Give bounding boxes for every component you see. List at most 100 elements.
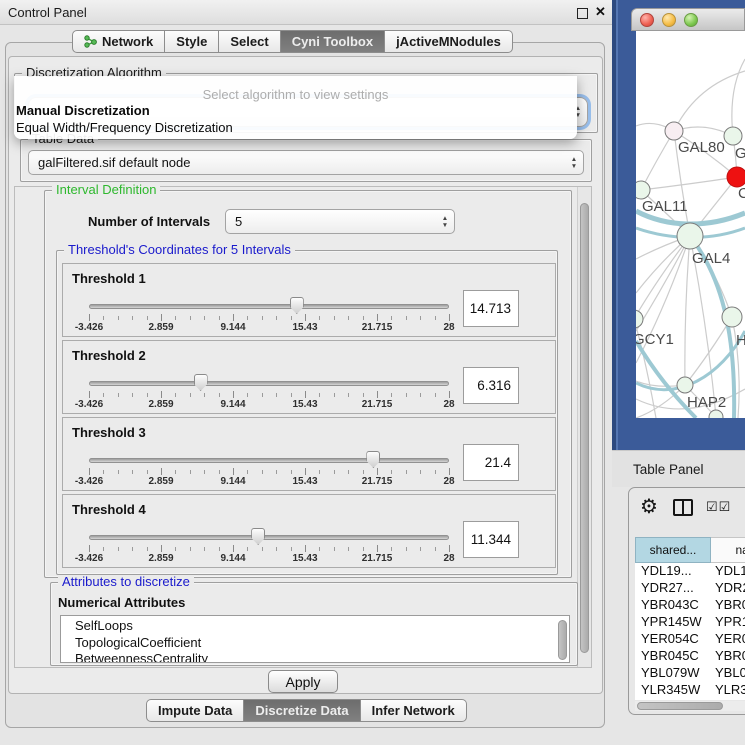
threshold-slider[interactable]: -3.4262.8599.14415.4321.71528: [89, 451, 449, 489]
tab-select[interactable]: Select: [219, 30, 280, 53]
vertical-scrollbar-thumb[interactable]: [580, 203, 589, 653]
threshold-label: Threshold 2: [72, 348, 146, 363]
table-row[interactable]: YDR27...YDR27...: [635, 580, 745, 597]
column-header-shared-name[interactable]: shared...: [635, 537, 711, 563]
table-header-row: shared... name: [635, 537, 745, 563]
thresholds-group-title: Threshold's Coordinates for 5 Intervals: [64, 243, 295, 257]
float-window-icon[interactable]: [577, 8, 588, 19]
slider-tick-labels: -3.4262.8599.14415.4321.71528: [89, 399, 449, 411]
close-traffic-light-icon[interactable]: [640, 13, 654, 27]
table-row[interactable]: YPR145WYPR145W: [635, 614, 745, 631]
split-pane-icon[interactable]: [673, 499, 693, 516]
network-graph: GAL80 GA C GAL11 GAL4 H GCY1 HAP2: [636, 31, 745, 418]
slider-handle[interactable]: [366, 451, 380, 468]
network-nodes[interactable]: [636, 122, 745, 418]
list-scrollbar-thumb[interactable]: [558, 620, 567, 660]
threshold-row: Threshold 3 -3.4262.8599.14415.4321.7152…: [62, 417, 556, 491]
threshold-row: Threshold 4 -3.4262.8599.14415.4321.7152…: [62, 494, 556, 568]
threshold-label: Threshold 4: [72, 502, 146, 517]
column-header-name[interactable]: name: [711, 537, 745, 563]
dropdown-option-manual[interactable]: Manual Discretization: [14, 102, 577, 119]
cyni-bottom-tab-bar: Impute Data Discretize Data Infer Networ…: [146, 699, 467, 722]
threshold-label: Threshold 3: [72, 425, 146, 440]
cyni-tab-bar: Network Style Select Cyni Toolbox jActiv…: [72, 30, 513, 53]
slider-ticks: [89, 313, 449, 322]
table-panel-body: ⚙ ☑☑ shared... name YDL19...YDL19... YDR…: [628, 487, 745, 715]
node-label: H: [736, 332, 745, 349]
horizontal-scrollbar[interactable]: [635, 701, 745, 711]
network-icon: [84, 35, 97, 48]
node-label: C: [738, 185, 745, 202]
tab-jactivemnodules[interactable]: jActiveMNodules: [385, 30, 513, 53]
table-row[interactable]: YBL079WYBL079W: [635, 665, 745, 682]
node-gal11: [636, 181, 650, 199]
table-row[interactable]: YBR043CYBR043C: [635, 597, 745, 614]
control-panel-titlebar: Control Panel: [0, 0, 612, 25]
threshold-slider[interactable]: -3.4262.8599.14415.4321.71528: [89, 374, 449, 412]
slider-tick-labels: -3.4262.8599.14415.4321.71528: [89, 476, 449, 488]
close-icon[interactable]: ✕: [595, 4, 606, 20]
table-data-combobox[interactable]: galFiltered.sif default node ▲▼: [28, 150, 584, 175]
node-table[interactable]: shared... name YDL19...YDL19... YDR27...…: [635, 537, 745, 700]
slider-ticks: [89, 467, 449, 476]
table-row[interactable]: YLR345WYLR345W: [635, 682, 745, 699]
node-h: [722, 307, 742, 327]
list-item[interactable]: SelfLoops: [61, 616, 569, 635]
attributes-group-title: Attributes to discretize: [58, 575, 194, 589]
network-canvas[interactable]: GAL80 GA C GAL11 GAL4 H GCY1 HAP2: [636, 31, 745, 418]
threshold-slider[interactable]: -3.4262.8599.14415.4321.71528: [89, 297, 449, 335]
slider-track[interactable]: [89, 535, 449, 540]
table-row[interactable]: YBR045CYBR045C: [635, 648, 745, 665]
slider-track[interactable]: [89, 304, 449, 309]
network-window-titlebar[interactable]: [631, 8, 745, 31]
minimize-traffic-light-icon[interactable]: [662, 13, 676, 27]
tab-network[interactable]: Network: [72, 30, 165, 53]
numerical-attributes-list[interactable]: SelfLoops TopologicalCoefficient Between…: [60, 615, 570, 663]
tab-discretize-data[interactable]: Discretize Data: [244, 699, 360, 722]
node-label: GCY1: [636, 331, 674, 348]
slider-track[interactable]: [89, 458, 449, 463]
numerical-attributes-label: Numerical Attributes: [58, 595, 185, 610]
table-row[interactable]: YDL19...YDL19...: [635, 563, 745, 580]
gear-icon[interactable]: ⚙: [640, 494, 658, 519]
threshold-row: Threshold 2 -3.4262.8599.14415.4321.7152…: [62, 340, 556, 414]
table-panel-titlebar: Table Panel: [612, 450, 745, 487]
list-item[interactable]: BetweennessCentrality: [61, 651, 569, 663]
algorithm-placeholder: Select algorithm to view settings: [14, 76, 577, 102]
threshold-value-field[interactable]: 14.713: [463, 290, 519, 327]
slider-handle[interactable]: [290, 297, 304, 314]
tab-cyni-toolbox[interactable]: Cyni Toolbox: [281, 30, 385, 53]
number-of-intervals-label: Number of Intervals: [88, 214, 210, 229]
slider-ticks: [89, 390, 449, 399]
tab-infer-network[interactable]: Infer Network: [361, 699, 467, 722]
dropdown-option-equal-width[interactable]: Equal Width/Frequency Discretization: [14, 119, 577, 136]
node-label: GAL80: [678, 139, 725, 156]
node-ga: [724, 127, 742, 145]
vertical-scrollbar[interactable]: [577, 187, 591, 667]
slider-ticks: [89, 544, 449, 553]
threshold-value-field[interactable]: 21.4: [463, 444, 519, 481]
app-root: Control Panel ✕ Network Style Select Cyn…: [0, 0, 745, 745]
table-panel-title: Table Panel: [633, 462, 704, 477]
table-row[interactable]: YIL052CYIL052C: [635, 699, 745, 700]
combo-arrows-icon: ▲▼: [567, 156, 583, 170]
number-of-intervals-combobox[interactable]: 5 ▲▼: [225, 209, 455, 234]
threshold-value-field[interactable]: 6.316: [463, 367, 519, 404]
checkbox-icons[interactable]: ☑☑: [706, 499, 731, 515]
tab-style[interactable]: Style: [165, 30, 219, 53]
threshold-value-field[interactable]: 11.344: [463, 521, 519, 558]
slider-handle[interactable]: [194, 374, 208, 391]
tab-impute-data[interactable]: Impute Data: [146, 699, 244, 722]
list-item[interactable]: TopologicalCoefficient: [61, 635, 569, 652]
threshold-slider[interactable]: -3.4262.8599.14415.4321.71528: [89, 528, 449, 566]
node-label: HAP2: [687, 394, 726, 411]
table-row[interactable]: YER054CYER054C: [635, 631, 745, 648]
apply-button[interactable]: Apply: [268, 670, 338, 693]
node-label: GAL11: [642, 198, 688, 215]
zoom-traffic-light-icon[interactable]: [684, 13, 698, 27]
tab-network-label: Network: [102, 31, 153, 52]
slider-handle[interactable]: [251, 528, 265, 545]
algorithm-dropdown-popup: Select algorithm to view settings Manual…: [14, 76, 577, 139]
horizontal-scrollbar-thumb[interactable]: [637, 702, 723, 710]
slider-track[interactable]: [89, 381, 449, 386]
